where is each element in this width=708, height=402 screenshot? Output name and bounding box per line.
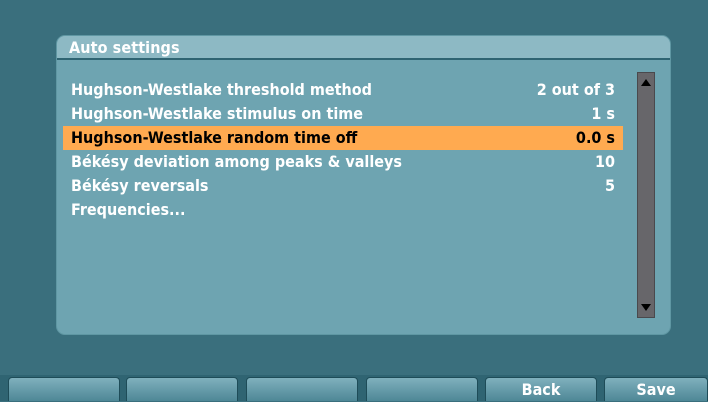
- softkey-1[interactable]: [8, 377, 120, 401]
- setting-value: 10: [594, 152, 615, 171]
- panel-header: Auto settings: [57, 36, 670, 60]
- setting-label: Hughson-Westlake stimulus on time: [71, 104, 364, 123]
- softkey-2[interactable]: [126, 377, 238, 401]
- save-button[interactable]: Save: [604, 377, 708, 401]
- settings-list: Hughson-Westlake threshold method 2 out …: [63, 78, 623, 222]
- panel-title: Auto settings: [69, 38, 180, 57]
- triangle-up-icon[interactable]: [638, 75, 654, 91]
- softkey-4[interactable]: [366, 377, 478, 401]
- softkey-3[interactable]: [246, 377, 358, 401]
- setting-row-bekesy-deviation[interactable]: Békésy deviation among peaks & valleys 1…: [63, 150, 623, 174]
- back-button[interactable]: Back: [485, 377, 597, 401]
- setting-value: 0.0 s: [575, 128, 615, 147]
- setting-label: Békésy deviation among peaks & valleys: [71, 152, 402, 171]
- setting-row-random-time-off[interactable]: Hughson-Westlake random time off 0.0 s: [63, 126, 623, 150]
- setting-row-stimulus-on-time[interactable]: Hughson-Westlake stimulus on time 1 s: [63, 102, 623, 126]
- setting-label: Hughson-Westlake threshold method: [71, 80, 372, 99]
- setting-value: 5: [604, 176, 615, 195]
- setting-value: 2 out of 3: [536, 80, 615, 99]
- setting-row-bekesy-reversals[interactable]: Békésy reversals 5: [63, 174, 623, 198]
- audiometer-screen: Auto settings Hughson-Westlake threshold…: [0, 0, 708, 401]
- triangle-down-icon[interactable]: [638, 299, 654, 315]
- setting-row-threshold-method[interactable]: Hughson-Westlake threshold method 2 out …: [63, 78, 623, 102]
- setting-value: 1 s: [591, 104, 615, 123]
- auto-settings-panel: Auto settings Hughson-Westlake threshold…: [56, 35, 671, 335]
- setting-label: Frequencies...: [71, 200, 186, 219]
- softkey-bar: Back Save: [0, 375, 708, 401]
- setting-label: Békésy reversals: [71, 176, 209, 195]
- setting-label: Hughson-Westlake random time off: [71, 128, 358, 147]
- settings-scrollbar[interactable]: [637, 72, 655, 318]
- setting-row-frequencies[interactable]: Frequencies...: [63, 198, 623, 222]
